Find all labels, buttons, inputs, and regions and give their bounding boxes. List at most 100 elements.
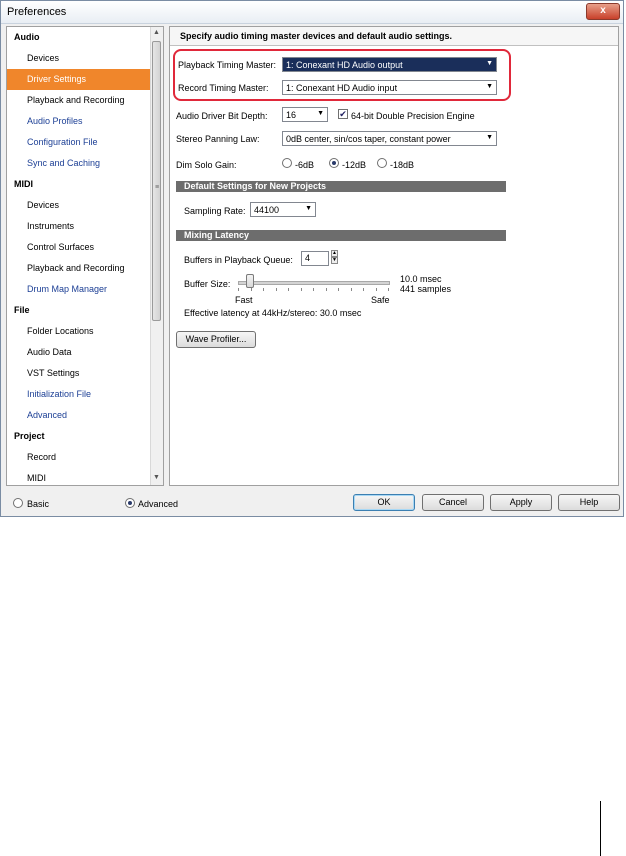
sidebar-group-audio[interactable]: Audio [7, 27, 152, 48]
slider-tick [238, 288, 239, 291]
sidebar-group-file[interactable]: File [7, 300, 152, 321]
cancel-button[interactable]: Cancel [422, 494, 484, 511]
page-margin-rule [600, 801, 601, 856]
sidebar-item-midi[interactable]: MIDI [7, 468, 152, 485]
slider-tick [375, 288, 377, 291]
sidebar-item-drum-map-manager[interactable]: Drum Map Manager [7, 279, 152, 300]
buffer-size-slider[interactable] [246, 274, 254, 288]
buffers-input[interactable]: 4 [301, 251, 329, 266]
double-precision-checkbox[interactable]: ✔ [338, 109, 348, 119]
dim-solo-label: Dim Solo Gain: [176, 160, 237, 170]
help-button[interactable]: Help [558, 494, 620, 511]
scroll-down-icon[interactable]: ▼ [153, 474, 160, 481]
panel-header: Specify audio timing master devices and … [170, 27, 618, 46]
sidebar-item-devices[interactable]: Devices [7, 48, 152, 69]
record-master-label: Record Timing Master: [178, 83, 269, 93]
advanced-mode-label: Advanced [138, 499, 179, 509]
ok-button[interactable]: OK [353, 494, 415, 511]
slider-tick [325, 288, 327, 291]
slider-tick [363, 288, 364, 291]
sidebar-item-control-surfaces[interactable]: Control Surfaces [7, 237, 152, 258]
spin-down-icon[interactable]: ▼ [331, 257, 338, 264]
sampling-rate-label: Sampling Rate: [184, 206, 246, 216]
grip-icon: ≡ [155, 184, 160, 191]
sampling-rate-value: 44100 [254, 205, 280, 215]
double-precision-label: 64-bit Double Precision Engine [351, 111, 475, 121]
basic-mode-label: Basic [27, 499, 50, 509]
chevron-down-icon: ▼ [305, 205, 312, 212]
slider-tick [263, 288, 264, 291]
spin-up-icon[interactable]: ▲ [331, 250, 338, 257]
close-button[interactable]: x [586, 3, 620, 20]
sidebar-item-initialization-file[interactable]: Initialization File [7, 384, 152, 405]
chevron-down-icon: ▼ [486, 134, 493, 141]
sidebar-scrollbar[interactable]: ▲ ≡ ▼ [150, 27, 163, 485]
slider-tick [300, 288, 302, 291]
chevron-down-icon: ▼ [317, 110, 324, 117]
buffer-size-label: Buffer Size: [184, 279, 231, 289]
bit-depth-label: Audio Driver Bit Depth: [176, 111, 268, 121]
sidebar-item-playback-and-recording[interactable]: Playback and Recording [7, 90, 152, 111]
apply-button[interactable]: Apply [490, 494, 552, 511]
sidebar-item-instruments[interactable]: Instruments [7, 216, 152, 237]
chevron-down-icon: ▼ [486, 83, 493, 90]
sidebar-item-devices[interactable]: Devices [7, 195, 152, 216]
panning-value: 0dB center, sin/cos taper, constant powe… [286, 134, 451, 144]
sidebar: Audio Devices Driver Settings Playback and … [6, 26, 164, 486]
title-bar: Preferences x [1, 1, 623, 24]
sidebar-item-driver-settings[interactable]: Driver Settings [7, 69, 152, 90]
buffer-msec: 10.0 msec [400, 274, 442, 284]
sidebar-item-record[interactable]: Record [7, 447, 152, 468]
sidebar-group-midi[interactable]: MIDI [7, 174, 152, 195]
record-master-value: 1: Conexant HD Audio input [286, 83, 398, 93]
bit-depth-value: 16 [286, 110, 297, 120]
dim-solo-radio-minus-12db[interactable] [329, 158, 339, 168]
playback-master-label: Playback Timing Master: [178, 60, 277, 70]
sampling-rate-select[interactable]: 44100 ▼ [250, 202, 316, 217]
sidebar-item-sync-and-caching[interactable]: Sync and Caching [7, 153, 152, 174]
chevron-down-icon: ▼ [486, 60, 493, 67]
slider-tick [250, 288, 252, 291]
scroll-thumb[interactable]: ≡ [152, 41, 161, 321]
scroll-up-icon[interactable]: ▲ [153, 29, 160, 36]
slider-tick [288, 288, 289, 291]
slider-tick [388, 288, 389, 291]
dim-solo-label-2: -18dB [390, 160, 415, 170]
playback-master-select[interactable]: 1: Conexant HD Audio output ▼ [282, 57, 497, 72]
panning-select[interactable]: 0dB center, sin/cos taper, constant powe… [282, 131, 497, 146]
slider-tick [338, 288, 339, 291]
slider-tick [313, 288, 314, 291]
buffers-label: Buffers in Playback Queue: [184, 255, 293, 265]
fast-label: Fast [235, 295, 253, 305]
basic-mode-radio[interactable] [13, 498, 23, 508]
slider-tick [275, 288, 277, 291]
sidebar-tree: Audio Devices Driver Settings Playback and … [7, 27, 152, 485]
slider-tick [350, 288, 352, 291]
dim-solo-radio-minus-18db[interactable] [377, 158, 387, 168]
defaults-section-header: Default Settings for New Projects [176, 181, 506, 192]
advanced-mode-radio[interactable] [125, 498, 135, 508]
latency-section-header: Mixing Latency [176, 230, 506, 241]
buffer-size-track[interactable] [238, 281, 390, 285]
window-title: Preferences [7, 6, 67, 18]
dim-solo-label-0: -6dB [295, 160, 315, 170]
dim-solo-radio-minus-6db[interactable] [282, 158, 292, 168]
effective-latency: Effective latency at 44kHz/stereo: 30.0 … [184, 308, 362, 318]
sidebar-item-folder-locations[interactable]: Folder Locations [7, 321, 152, 342]
sidebar-item-advanced[interactable]: Advanced [7, 405, 152, 426]
panel-description: Specify audio timing master devices and … [180, 31, 453, 41]
bit-depth-select[interactable]: 16 ▼ [282, 107, 328, 122]
preferences-window: Preferences x Audio Devices Driver Setting… [0, 0, 624, 517]
sidebar-item-playback-and-recording[interactable]: Playback and Recording [7, 258, 152, 279]
playback-master-value: 1: Conexant HD Audio output [286, 60, 403, 70]
sidebar-item-audio-data[interactable]: Audio Data [7, 342, 152, 363]
panning-label: Stereo Panning Law: [176, 134, 260, 144]
buffer-samples: 441 samples [400, 284, 452, 294]
sidebar-item-configuration-file[interactable]: Configuration File [7, 132, 152, 153]
sidebar-group-project[interactable]: Project [7, 426, 152, 447]
sidebar-item-vst-settings[interactable]: VST Settings [7, 363, 152, 384]
wave-profiler-button[interactable]: Wave Profiler... [176, 331, 256, 348]
sidebar-item-audio-profiles[interactable]: Audio Profiles [7, 111, 152, 132]
buffers-spinner[interactable]: ▲ ▼ [331, 250, 338, 266]
record-master-select[interactable]: 1: Conexant HD Audio input ▼ [282, 80, 497, 95]
